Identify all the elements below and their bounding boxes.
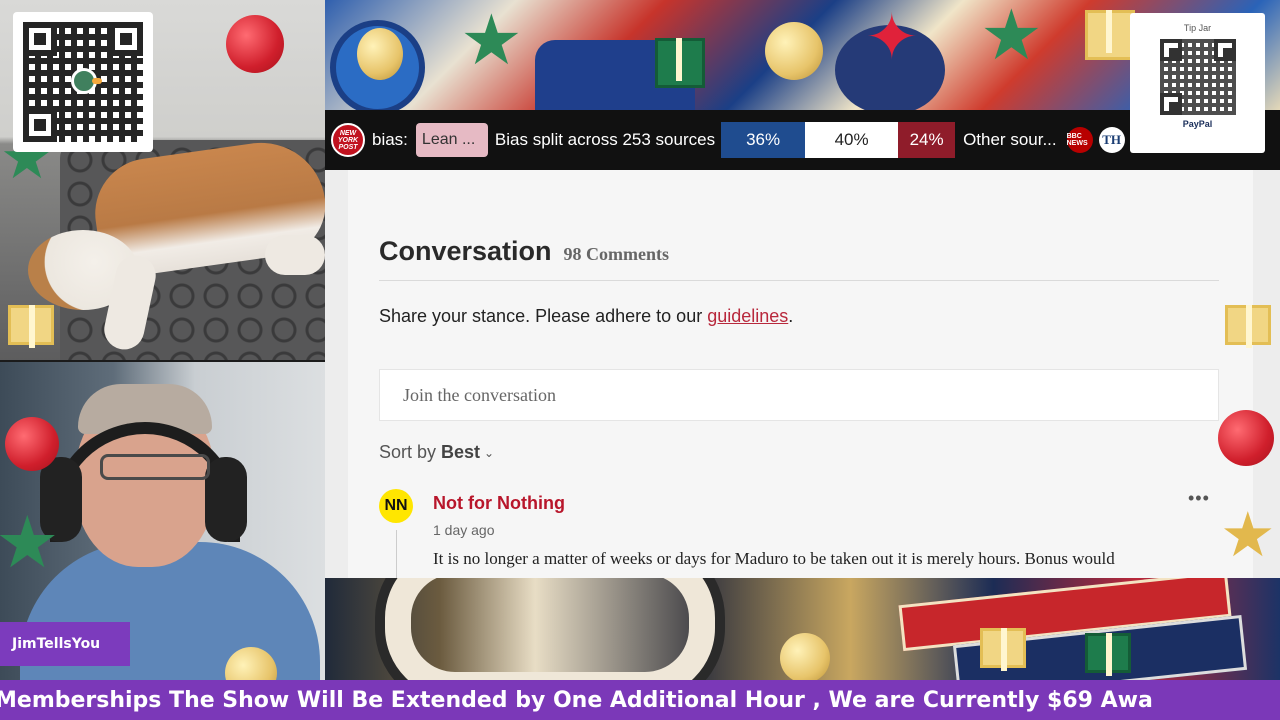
divider — [379, 280, 1219, 281]
stream-screen: ★ ★ JimTellsYou ★ ★ ✦ NEW YORK POST bias… — [0, 0, 1280, 720]
bias-right-segment: 24% — [898, 122, 956, 158]
tip-jar-qr-code — [1159, 39, 1236, 115]
share-suffix: . — [788, 306, 794, 326]
red-ornament-icon — [1218, 410, 1274, 466]
bias-left-segment: 36% — [721, 122, 806, 158]
dog-paw — [265, 235, 325, 275]
sort-dropdown[interactable]: Sort by Best ⌄ — [379, 442, 494, 463]
bias-center-segment: 40% — [805, 122, 899, 158]
green-star-icon: ★ — [460, 1, 523, 79]
qr-finder-icon — [1159, 39, 1182, 61]
bias-split-text: Bias split across 253 sources — [494, 130, 716, 149]
duck-logo-icon — [71, 68, 102, 94]
red-ornament-icon — [5, 417, 59, 471]
comment-body: It is no longer a matter of weeks or day… — [433, 549, 1115, 568]
news-ticker: Memberships The Show Will Be Extended by… — [0, 680, 1280, 720]
retro-number-art — [385, 578, 715, 680]
other-sources-link[interactable]: Other sour... — [963, 130, 1057, 150]
the-hill-logo-icon[interactable]: TH — [1098, 127, 1125, 153]
qr-finder-icon — [1159, 93, 1182, 115]
gift-icon — [1225, 305, 1271, 348]
tip-jar: Tip Jar PayPal — [1130, 13, 1265, 153]
qr-finder-icon — [1213, 39, 1236, 61]
join-conversation-input[interactable]: Join the conversation — [379, 369, 1219, 421]
conversation-header: Conversation 98 Comments — [379, 236, 669, 267]
share-stance-text: Share your stance. Please adhere to our … — [379, 306, 793, 327]
qr-pattern — [23, 22, 143, 142]
gold-ornament-icon — [765, 22, 823, 80]
comment-count: 98 Comments — [563, 244, 670, 264]
bias-label: bias: — [372, 130, 408, 149]
red-ornament-icon — [226, 15, 284, 73]
new-york-post-logo-icon[interactable]: NEW YORK POST — [331, 123, 365, 157]
avatar[interactable]: NN — [379, 489, 413, 523]
qr-code — [13, 12, 153, 152]
thread-line — [396, 530, 397, 578]
green-star-icon: ★ — [0, 503, 60, 583]
gift-icon — [1085, 10, 1135, 60]
qr-finder-icon — [23, 22, 57, 56]
ticker-text: Memberships The Show Will Be Extended by… — [0, 687, 1153, 713]
gold-ornament-icon — [780, 633, 830, 680]
conversation-section: Conversation 98 Comments Share your stan… — [348, 170, 1253, 578]
share-prefix: Share your stance. Please adhere to our — [379, 306, 708, 326]
green-gift-icon — [655, 38, 705, 88]
reindeer-icon: ✦ — [865, 1, 919, 73]
comment-author[interactable]: Not for Nothing — [433, 493, 565, 514]
green-star-icon: ★ — [980, 0, 1043, 74]
lean-chip[interactable]: Lean ... — [415, 123, 488, 157]
earcup-right — [205, 457, 247, 542]
gold-star-icon: ★ — [1220, 501, 1276, 570]
paypal-label: PayPal — [1182, 119, 1213, 129]
glasses — [100, 454, 210, 480]
green-gift-icon — [1085, 633, 1131, 676]
article-page: Conversation 98 Comments Share your stan… — [325, 170, 1280, 578]
comment-timestamp: 1 day ago — [433, 522, 495, 538]
more-options-icon[interactable]: ••• — [1188, 488, 1210, 509]
sort-label: Sort by — [379, 442, 437, 462]
qr-finder-icon — [23, 108, 57, 142]
gift-icon — [8, 305, 54, 348]
tip-jar-title: Tip Jar — [1183, 23, 1212, 33]
conversation-title: Conversation — [379, 236, 552, 266]
sort-value: Best — [441, 442, 481, 462]
bbc-news-logo-icon[interactable]: BBC NEWS — [1066, 127, 1093, 153]
bias-distribution-bar[interactable]: 36% 40% 24% — [721, 122, 956, 158]
gift-icon — [980, 628, 1026, 671]
gold-ornament-icon — [357, 28, 403, 80]
chevron-down-icon: ⌄ — [484, 445, 495, 460]
bottom-banner-art — [325, 578, 1280, 680]
guidelines-link[interactable]: guidelines — [707, 306, 788, 326]
streamer-name-tag: JimTellsYou — [0, 622, 130, 666]
qr-finder-icon — [109, 22, 143, 56]
